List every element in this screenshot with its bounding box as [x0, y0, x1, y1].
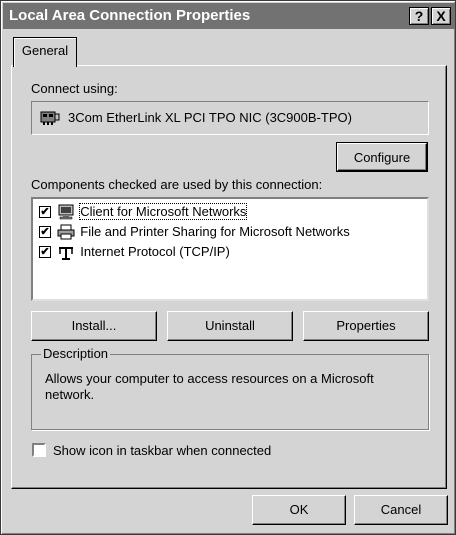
properties-button[interactable]: Properties: [303, 311, 429, 341]
list-item[interactable]: ✔ Client for Microsoft Networks: [39, 203, 248, 223]
file-sharing-label: File and Printer Sharing for Microsoft N…: [80, 224, 350, 240]
network-card-icon: [40, 111, 60, 125]
taskbar-label[interactable]: Show icon in taskbar when connected: [53, 443, 271, 458]
uninstall-button[interactable]: Uninstall: [167, 311, 293, 341]
list-item[interactable]: ✔ File and Printer Sharing for Microsoft…: [39, 223, 350, 243]
tcpip-checkbox[interactable]: ✔: [39, 245, 51, 258]
cancel-button[interactable]: Cancel: [354, 495, 448, 525]
window-title: Local Area Connection Properties: [9, 7, 251, 24]
adapter-name: 3Com EtherLink XL PCI TPO NIC (3C900B-TP…: [68, 110, 352, 125]
protocol-icon: [58, 246, 73, 260]
description-line-2: network.: [45, 387, 95, 402]
network-client-icon: [58, 204, 74, 219]
components-label: Components checked are used by this conn…: [31, 177, 323, 192]
adapter-box: 3Com EtherLink XL PCI TPO NIC (3C900B-TP…: [31, 101, 429, 135]
install-label: Install...: [71, 318, 117, 333]
printer-sharing-icon: [57, 224, 75, 240]
properties-label: Properties: [336, 318, 396, 333]
configure-button[interactable]: Configure: [336, 142, 428, 172]
description-legend: Description: [41, 346, 111, 361]
ok-button[interactable]: OK: [252, 495, 346, 525]
tab-general-label: General: [21, 43, 69, 58]
uninstall-label: Uninstall: [205, 318, 255, 333]
tcpip-label: Internet Protocol (TCP/IP): [80, 244, 230, 260]
taskbar-checkbox[interactable]: [32, 443, 46, 457]
file-sharing-checkbox[interactable]: ✔: [39, 225, 51, 238]
configure-label: Configure: [353, 150, 411, 165]
dialog-window: Local Area Connection Properties ? X Gen…: [0, 0, 456, 535]
client-label: Client for Microsoft Networks: [79, 203, 248, 221]
title-bar[interactable]: Local Area Connection Properties ? X: [3, 3, 455, 29]
components-list[interactable]: ✔ Client for Microsoft Networks ✔ File a…: [31, 197, 429, 301]
install-button[interactable]: Install...: [31, 311, 157, 341]
list-item[interactable]: ✔ Internet Protocol (TCP/IP): [39, 243, 230, 263]
connect-using-label: Connect using:: [31, 81, 118, 96]
tab-general[interactable]: General: [13, 37, 77, 67]
client-checkbox[interactable]: ✔: [39, 205, 51, 218]
ok-label: OK: [289, 502, 309, 517]
close-button[interactable]: X: [431, 7, 451, 25]
description-line-1: Allows your computer to access resources…: [45, 371, 374, 386]
cancel-label: Cancel: [380, 502, 422, 517]
help-button[interactable]: ?: [409, 7, 429, 25]
